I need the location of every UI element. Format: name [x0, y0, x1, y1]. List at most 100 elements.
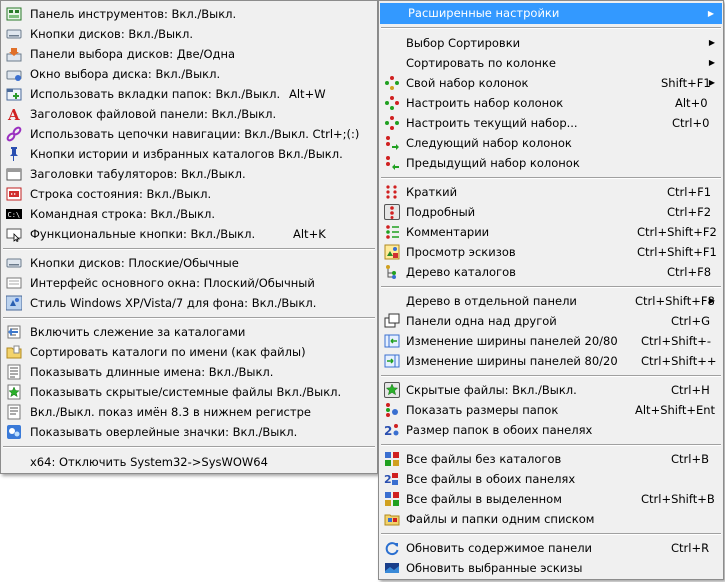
folder-sizes-both-icon: 2 [384, 422, 400, 438]
menu-separator [381, 533, 721, 535]
prev-columns-icon [384, 155, 400, 171]
svg-text:C:\: C:\ [8, 211, 21, 219]
folder-sizes-icon [384, 402, 400, 418]
menu-item-tab-headers[interactable]: Заголовки табуляторов: Вкл./Выкл. [1, 164, 377, 184]
menu-item-status-bar[interactable]: Строка состояния: Вкл./Выкл. [1, 184, 377, 204]
menu-item-folder-tree[interactable]: Дерево каталогов Ctrl+F8 [379, 262, 723, 282]
chevron-right-icon: ▶ [708, 78, 715, 87]
menu-separator [381, 375, 721, 377]
brief-view-icon [384, 184, 400, 200]
hidden-files-icon [6, 384, 22, 400]
function-keys-icon [6, 226, 22, 243]
history-pin-icon [6, 146, 22, 162]
menu-item-breadcrumbs[interactable]: Использовать цепочки навигации: Вкл./Вык… [1, 124, 377, 144]
menu-item-drive-buttons[interactable]: Кнопки дисков: Вкл./Выкл. [1, 24, 377, 44]
menu-item-thumbnails[interactable]: Просмотр эскизов Ctrl+Shift+F1 [379, 242, 723, 262]
toolbar-icon [6, 6, 22, 22]
menu-separator [381, 444, 721, 446]
drive-window-icon [6, 66, 22, 82]
menu-item-advanced-settings[interactable]: Расширенные настройки ▶ [380, 3, 722, 24]
menu-item-command-line[interactable]: C:\ Командная строка: Вкл./Выкл. [1, 204, 377, 224]
menu-item-refresh[interactable]: Обновить содержимое панели Ctrl+R [379, 538, 723, 558]
menu-item-flat-interface[interactable]: Интерфейс основного окна: Плоский/Обычны… [1, 273, 377, 293]
refresh-thumbnails-icon [384, 560, 400, 576]
menu-item-brief-view[interactable]: Краткий Ctrl+F1 [379, 182, 723, 202]
menu-item-lowercase-83[interactable]: Вкл./Выкл. показ имён 8.3 в нижнем регис… [1, 402, 377, 422]
svg-text:2: 2 [384, 424, 392, 438]
menu-separator [3, 248, 375, 250]
menu-item-toolbar[interactable]: Панель инструментов: Вкл./Выкл. [1, 4, 377, 24]
status-bar-icon [6, 186, 22, 202]
advanced-settings-menu: Расширенные настройки ▶ Выбор Сортировки… [378, 0, 724, 580]
panel-header-icon: A [6, 106, 22, 124]
menu-item-hidden-files[interactable]: Показывать скрытые/системные файлы Вкл./… [1, 382, 377, 402]
menu-item-all-files[interactable]: Все файлы без каталогов Ctrl+B [379, 449, 723, 469]
menu-item-folder-sizes[interactable]: Показать размеры папок Alt+Shift+Ent [379, 400, 723, 420]
menu-item-folder-sizes-both[interactable]: 2 Размер папок в обоих панелях [379, 420, 723, 440]
menu-item-tree-separate[interactable]: Дерево в отдельной панели Ctrl+Shift+F8 … [379, 291, 723, 311]
menu-item-watch-folders[interactable]: Включить слежение за каталогами [1, 322, 377, 342]
menu-item-overlay-icons[interactable]: Показывать оверлейные значки: Вкл./Выкл. [1, 422, 377, 442]
width-80-20-icon [384, 353, 400, 369]
menu-item-all-files-selected[interactable]: Все файлы в выделенном Ctrl+Shift+B [379, 489, 723, 509]
hidden-star-icon [384, 382, 400, 398]
menu-item-drive-window[interactable]: Окно выбора диска: Вкл./Выкл. [1, 64, 377, 84]
menu-item-folder-tabs[interactable]: Использовать вкладки папок: Вкл./Выкл. A… [1, 84, 377, 104]
menu-item-comments[interactable]: Комментарии Ctrl+Shift+F2 [379, 222, 723, 242]
menu-item-drive-panels[interactable]: Панели выбора дисков: Две/Одна [1, 44, 377, 64]
menu-item-all-files-both[interactable]: 2 Все файлы в обоих панелях [379, 469, 723, 489]
menu-item-detailed-view[interactable]: Подробный Ctrl+F2 [379, 202, 723, 222]
comments-icon [384, 224, 400, 240]
drive-panels-icon [6, 46, 22, 62]
menu-separator [381, 286, 721, 288]
all-files-both-icon: 2 [384, 471, 400, 487]
menu-item-disable-wow64[interactable]: x64: Отключить System32->SysWOW64 [1, 452, 377, 472]
view-options-menu: Панель инструментов: Вкл./Выкл. Кнопки д… [0, 0, 378, 474]
menu-item-width-20-80[interactable]: Изменение ширины панелей 20/80 Ctrl+Shif… [379, 331, 723, 351]
menu-item-sort-folders[interactable]: Сортировать каталоги по имени (как файлы… [1, 342, 377, 362]
configure-columns-icon [384, 95, 400, 111]
menu-item-configure-current[interactable]: Настроить текущий набор... Ctrl+0 [379, 113, 723, 133]
menu-item-hidden-files[interactable]: Скрытые файлы: Вкл./Выкл. Ctrl+H [379, 380, 723, 400]
menu-item-sort-by-column[interactable]: Сортировать по колонке ▶ [379, 53, 723, 73]
all-files-icon [384, 451, 400, 467]
flat-buttons-icon [6, 255, 22, 271]
panels-vertical-icon [384, 313, 400, 329]
lowercase-83-icon [6, 404, 22, 420]
menu-item-configure-columns[interactable]: Настроить набор колонок Alt+0 [379, 93, 723, 113]
menu-item-next-columns[interactable]: Следующий набор колонок [379, 133, 723, 153]
menu-item-history-favorites[interactable]: Кнопки истории и избранных каталогов Вкл… [1, 144, 377, 164]
menu-item-custom-columns[interactable]: Свой набор колонок Shift+F1 ▶ [379, 73, 723, 93]
menu-item-panels-vertical[interactable]: Панели одна над другой Ctrl+G [379, 311, 723, 331]
flat-interface-icon [6, 275, 22, 291]
chevron-right-icon: ▶ [707, 9, 714, 18]
all-files-selected-icon [384, 491, 400, 507]
menu-separator [381, 27, 721, 29]
menu-separator [3, 446, 375, 448]
watch-folders-icon [6, 324, 22, 340]
menu-item-function-keys[interactable]: Функциональные кнопки: Вкл./Выкл. Alt+K [1, 224, 377, 244]
menu-item-width-80-20[interactable]: Изменение ширины панелей 80/20 Ctrl+Shif… [379, 351, 723, 371]
windows-style-icon [5, 295, 23, 311]
long-names-icon [6, 364, 22, 380]
width-20-80-icon [384, 333, 400, 349]
command-line-icon: C:\ [6, 206, 22, 222]
drive-buttons-icon [6, 26, 22, 42]
refresh-icon [384, 540, 400, 556]
menu-item-refresh-thumbnails[interactable]: Обновить выбранные эскизы [379, 558, 723, 578]
overlay-icons-icon [6, 424, 22, 440]
menu-item-windows-style[interactable]: Стиль Windows XP/Vista/7 для фона: Вкл./… [1, 293, 377, 313]
menu-item-prev-columns[interactable]: Предыдущий набор колонок [379, 153, 723, 173]
menu-separator [3, 317, 375, 319]
custom-columns-icon [384, 75, 400, 91]
chevron-right-icon: ▶ [708, 38, 715, 47]
chevron-right-icon: ▶ [708, 58, 715, 67]
menu-item-sort-choice[interactable]: Выбор Сортировки ▶ [379, 33, 723, 53]
menu-item-flat-buttons[interactable]: Кнопки дисков: Плоские/Обычные [1, 253, 377, 273]
menu-item-flat-list[interactable]: Файлы и папки одним списком [379, 509, 723, 529]
menu-item-long-names[interactable]: Показывать длинные имена: Вкл./Выкл. [1, 362, 377, 382]
svg-text:2: 2 [384, 473, 392, 486]
folder-tree-icon [384, 264, 400, 280]
thumbnails-icon [384, 244, 400, 260]
menu-item-panel-header[interactable]: A Заголовок файловой панели: Вкл./Выкл. [1, 104, 377, 124]
